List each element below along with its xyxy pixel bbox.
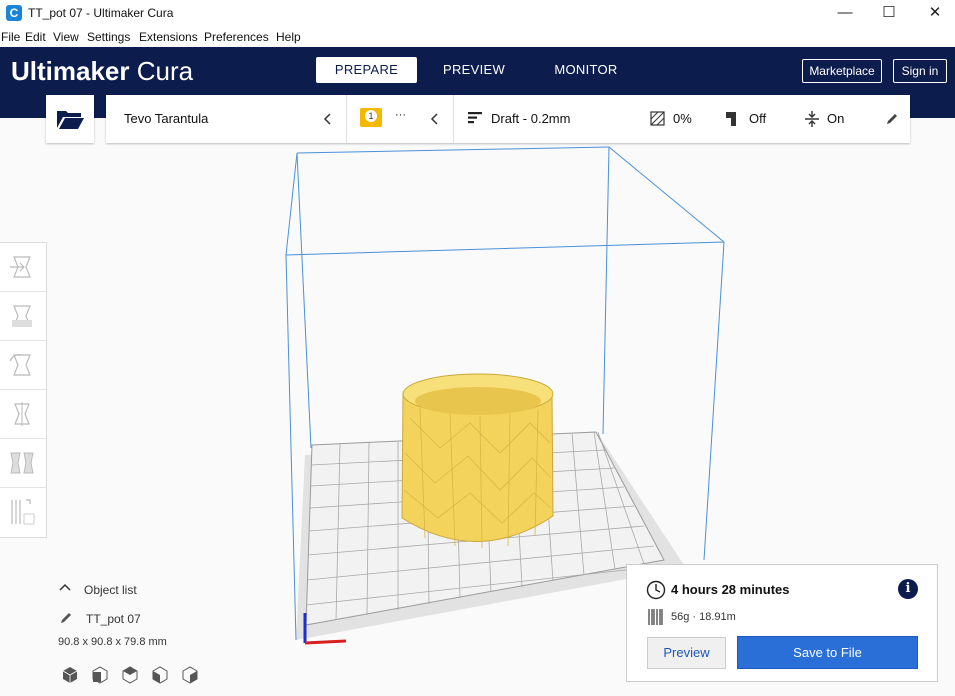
sign-in-button[interactable]: Sign in bbox=[893, 59, 947, 83]
rotate-tool-button[interactable] bbox=[0, 341, 46, 390]
tab-prepare[interactable]: PREPARE bbox=[316, 57, 417, 83]
material-spool-icon bbox=[648, 609, 663, 625]
preview-button[interactable]: Preview bbox=[647, 637, 726, 669]
folder-icon bbox=[57, 111, 84, 129]
view-orientation-buttons bbox=[62, 666, 198, 684]
info-icon[interactable]: i bbox=[898, 579, 918, 599]
extruder-chevron-left-icon[interactable] bbox=[429, 112, 441, 126]
mirror-tool-icon bbox=[14, 402, 30, 426]
adhesion-icon bbox=[805, 111, 819, 127]
printer-settings-bar: Tevo Tarantula 1 ··· Draft - 0.2mm 0% Of… bbox=[106, 95, 910, 143]
window-title: TT_pot 07 - Ultimaker Cura bbox=[28, 6, 174, 20]
extruder-more: ··· bbox=[395, 109, 406, 121]
tab-preview[interactable]: PREVIEW bbox=[430, 57, 518, 83]
view-3d-icon[interactable] bbox=[62, 667, 78, 683]
printer-chevron-left-icon[interactable] bbox=[322, 112, 334, 126]
profile-name[interactable]: Draft - 0.2mm bbox=[491, 111, 570, 126]
support-blocker-tool-button[interactable] bbox=[0, 488, 46, 536]
minimize-button[interactable]: — bbox=[830, 3, 860, 23]
extruder-icon[interactable]: 1 bbox=[360, 108, 382, 127]
mirror-tool-button[interactable] bbox=[0, 390, 46, 439]
support-blocker-icon bbox=[11, 499, 35, 525]
scale-tool-icon bbox=[12, 305, 32, 327]
menu-view[interactable]: View bbox=[53, 30, 79, 44]
profile-icon bbox=[468, 112, 482, 124]
object-list-header[interactable]: Object list bbox=[84, 583, 137, 597]
menu-extensions[interactable]: Extensions bbox=[139, 30, 198, 44]
clock-icon bbox=[646, 580, 666, 600]
support-value[interactable]: Off bbox=[749, 111, 766, 126]
per-model-settings-tool-button[interactable] bbox=[0, 439, 46, 488]
move-tool-button[interactable] bbox=[0, 243, 46, 292]
print-summary-panel: 4 hours 28 minutes i 56g · 18.91m Previe… bbox=[626, 564, 938, 682]
adhesion-value[interactable]: On bbox=[827, 111, 844, 126]
menu-bar: File Edit View Settings Extensions Prefe… bbox=[0, 27, 955, 47]
pencil-icon[interactable] bbox=[59, 611, 73, 625]
logo-light: Cura bbox=[129, 56, 194, 86]
view-front-icon[interactable] bbox=[92, 666, 108, 684]
maximize-button[interactable]: ☐ bbox=[874, 3, 904, 23]
object-name[interactable]: TT_pot 07 bbox=[86, 612, 141, 626]
edit-settings-pencil-icon[interactable] bbox=[885, 112, 899, 126]
logo-bold: Ultimaker bbox=[11, 56, 130, 86]
ultimaker-cura-logo: Ultimaker Cura bbox=[11, 56, 193, 87]
model-tt-pot[interactable] bbox=[401, 373, 554, 549]
tools-toolbar bbox=[0, 242, 47, 538]
infill-value[interactable]: 0% bbox=[673, 111, 692, 126]
view-top-icon[interactable] bbox=[122, 666, 138, 684]
object-dimensions: 90.8 x 90.8 x 79.8 mm bbox=[58, 636, 167, 648]
infill-icon bbox=[650, 111, 665, 126]
per-model-settings-icon bbox=[10, 452, 34, 474]
scale-tool-button[interactable] bbox=[0, 292, 46, 341]
x-axis-indicator bbox=[304, 639, 347, 645]
material-usage: 56g · 18.91m bbox=[671, 611, 736, 623]
cura-app-icon: C bbox=[6, 5, 22, 21]
view-left-icon[interactable] bbox=[152, 666, 168, 684]
menu-help[interactable]: Help bbox=[276, 30, 301, 44]
chevron-up-icon[interactable] bbox=[58, 582, 72, 592]
menu-preferences[interactable]: Preferences bbox=[204, 30, 269, 44]
save-to-file-button[interactable]: Save to File bbox=[737, 636, 918, 669]
close-button[interactable]: ✕ bbox=[920, 3, 950, 23]
view-right-icon[interactable] bbox=[182, 666, 198, 684]
menu-settings[interactable]: Settings bbox=[87, 30, 130, 44]
extruder-badge: 1 bbox=[365, 110, 377, 122]
title-bar: C TT_pot 07 - Ultimaker Cura — ☐ ✕ bbox=[0, 0, 955, 27]
support-icon bbox=[726, 112, 736, 126]
menu-file[interactable]: File bbox=[1, 30, 20, 44]
marketplace-button[interactable]: Marketplace bbox=[802, 59, 882, 83]
print-time: 4 hours 28 minutes bbox=[671, 582, 790, 597]
menu-edit[interactable]: Edit bbox=[25, 30, 46, 44]
tab-monitor[interactable]: MONITOR bbox=[540, 57, 632, 83]
printer-name[interactable]: Tevo Tarantula bbox=[124, 111, 208, 126]
rotate-tool-icon bbox=[9, 354, 31, 376]
open-file-button[interactable] bbox=[46, 95, 94, 143]
move-tool-icon bbox=[10, 256, 31, 278]
